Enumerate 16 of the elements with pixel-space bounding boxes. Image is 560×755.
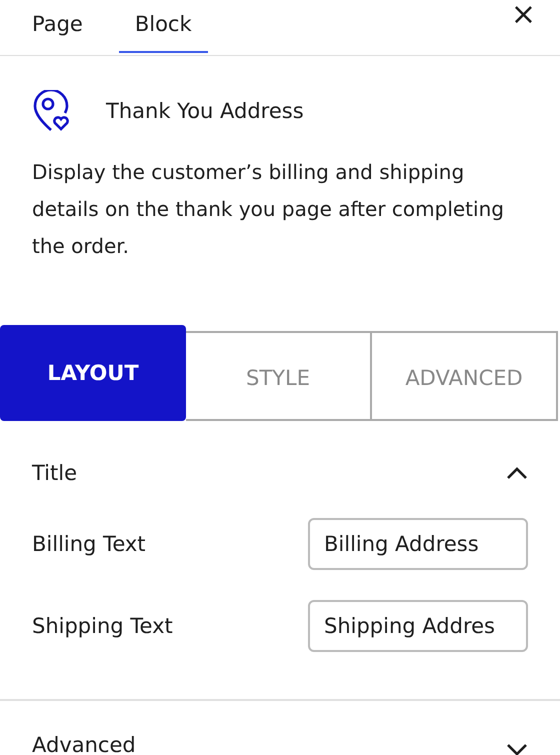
location-heart-icon xyxy=(32,90,70,132)
settings-tab[interactable]: STYLE xyxy=(186,331,372,421)
field-label: Shipping Text xyxy=(32,614,173,638)
sidebar-tab[interactable]: Block xyxy=(118,0,208,53)
settings-tab[interactable]: ADVANCED xyxy=(372,331,558,421)
panel-title: Advanced xyxy=(32,733,136,755)
text-field[interactable]: Shipping Addres xyxy=(308,600,528,652)
block-title: Thank You Address xyxy=(106,99,304,123)
panel-title: Title xyxy=(32,461,78,485)
settings-tab[interactable]: LAYOUT xyxy=(0,325,186,421)
panel-header[interactable]: Advanced xyxy=(0,701,560,755)
sidebar-tab[interactable]: Page xyxy=(16,0,99,53)
field-label: Billing Text xyxy=(32,532,146,556)
block-description: Display the customer’s billing and shipping details on the thank you page after completing the order. xyxy=(32,159,505,260)
text-field[interactable]: Billing Address xyxy=(308,518,528,570)
close-button[interactable]: × xyxy=(510,0,536,30)
